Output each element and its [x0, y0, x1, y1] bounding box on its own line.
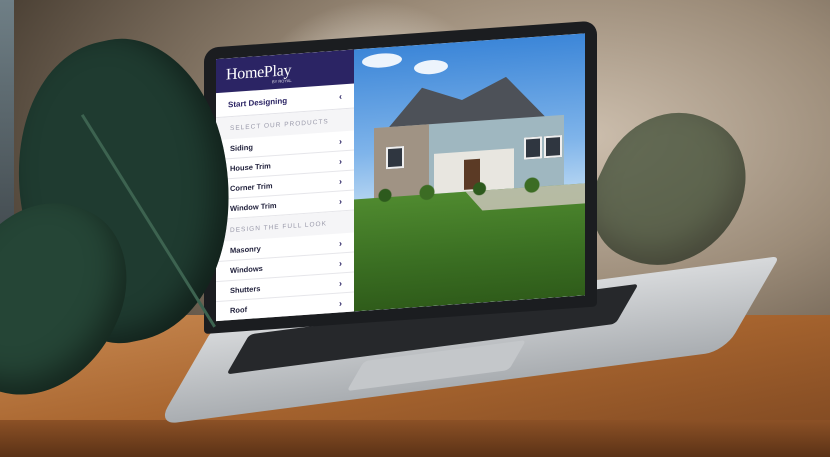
app-screen: HomePlay BY ROYAL Start Designing ‹ SELE… [216, 33, 585, 322]
chevron-right-icon: › [339, 175, 342, 187]
start-designing-label: Start Designing [228, 95, 288, 109]
cloud [362, 52, 402, 69]
sidebar-item-label: Windows [230, 263, 263, 276]
laptop-screen-bezel: HomePlay BY ROYAL Start Designing ‹ SELE… [204, 20, 597, 334]
chevron-right-icon: › [339, 297, 342, 309]
sidebar-item-label: Corner Trim [230, 181, 273, 194]
house-preview-image [354, 33, 585, 312]
sidebar-item-label: House Trim [230, 161, 271, 174]
sidebar-item-label: Shutters [230, 284, 261, 296]
chevron-right-icon: › [339, 237, 342, 249]
table-edge [0, 420, 830, 457]
sidebar-item-label: Masonry [230, 244, 261, 256]
chevron-right-icon: › [339, 155, 342, 167]
chevron-left-icon[interactable]: ‹ [339, 91, 342, 101]
sidebar-item-label: Siding [230, 142, 253, 154]
chevron-right-icon: › [339, 195, 342, 207]
photo-scene: HomePlay BY ROYAL Start Designing ‹ SELE… [0, 0, 830, 457]
sidebar-item-label: Roof [230, 304, 248, 316]
house-window [524, 136, 542, 160]
house-window [386, 146, 404, 170]
sidebar: HomePlay BY ROYAL Start Designing ‹ SELE… [216, 49, 354, 322]
cloud [414, 58, 448, 76]
house-window [544, 134, 562, 159]
chevron-right-icon: › [339, 277, 342, 289]
chevron-right-icon: › [339, 135, 342, 147]
chevron-right-icon: › [339, 257, 342, 269]
sidebar-item-label: Window Trim [230, 200, 277, 214]
